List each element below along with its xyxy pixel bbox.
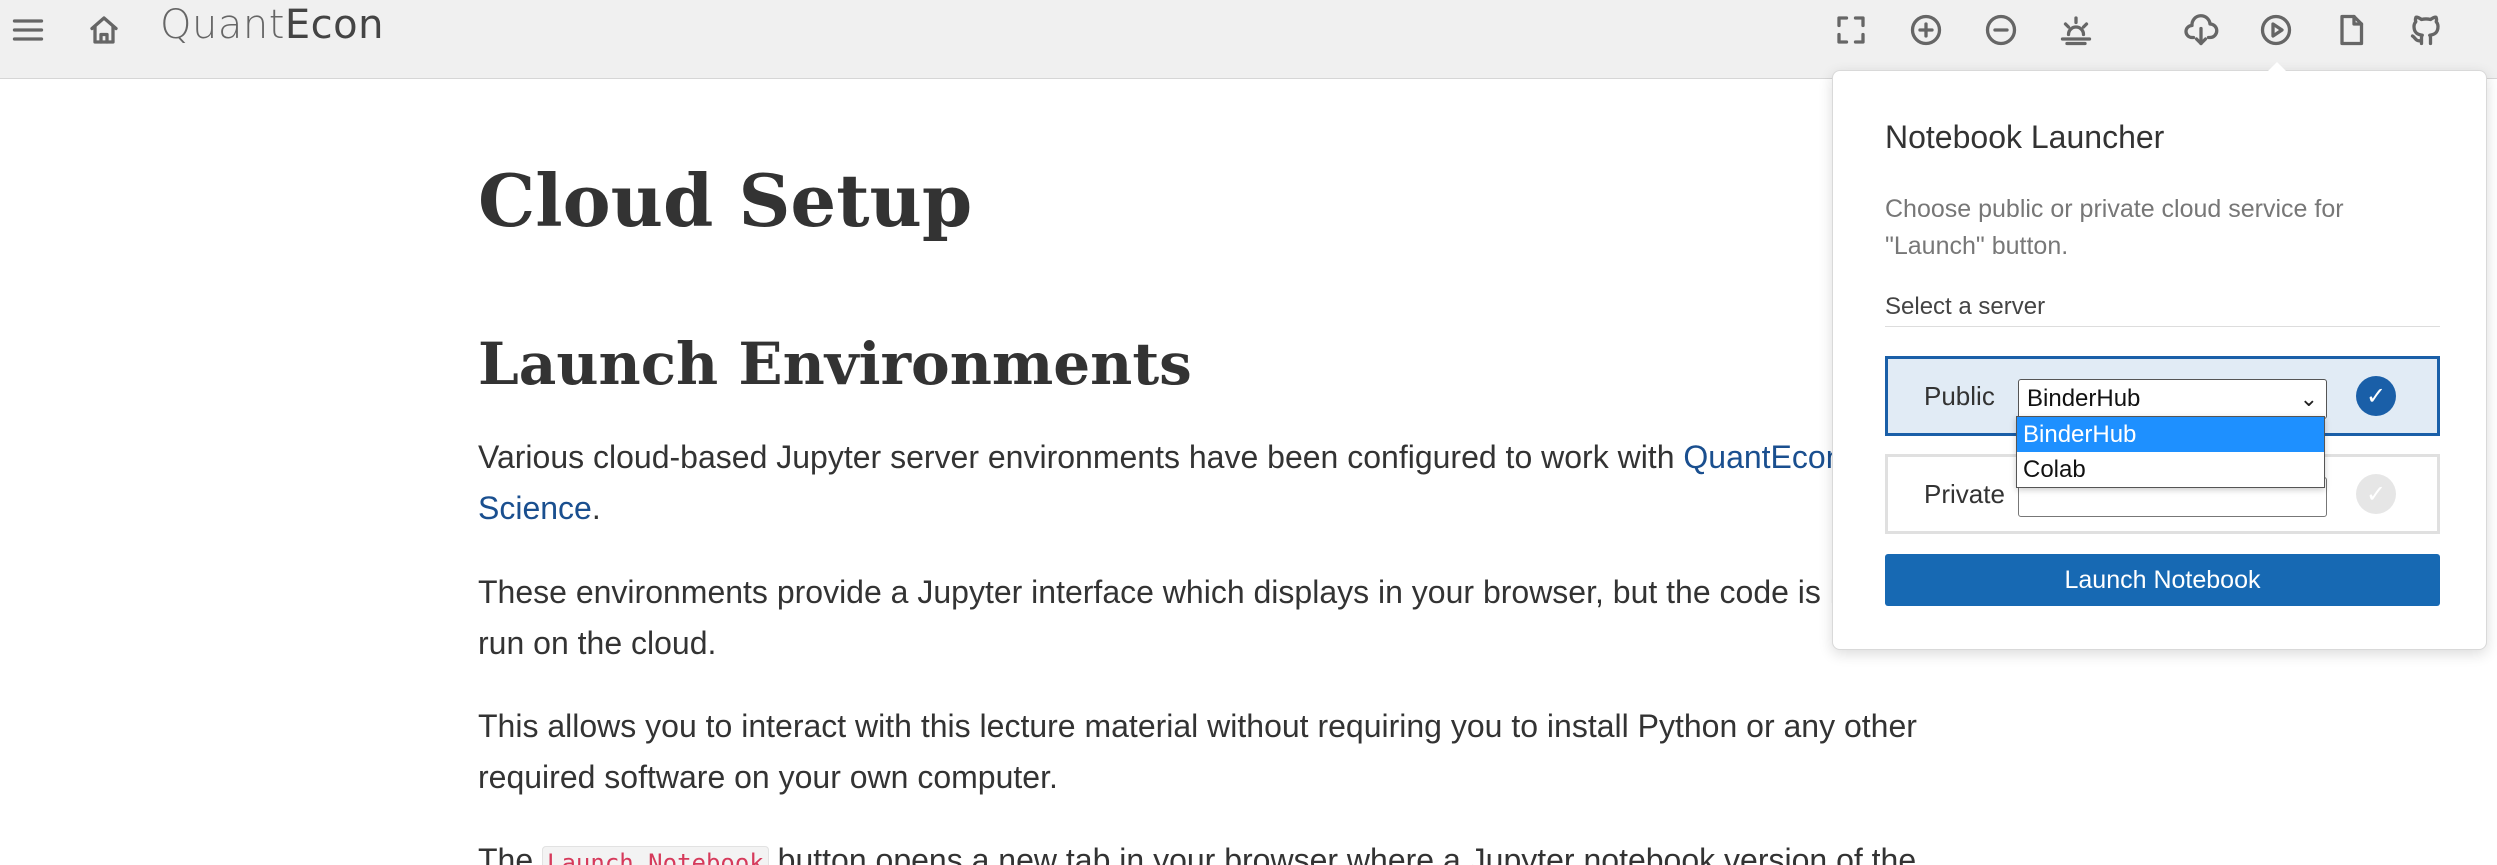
public-server-select[interactable]: BinderHub ⌄ (2018, 379, 2327, 419)
p1-text: Various cloud-based Jupyter server envir… (478, 439, 1684, 475)
paragraph-cloud-environments: Various cloud-based Jupyter server envir… (478, 432, 1978, 534)
launch-notebook-button[interactable]: Launch Notebook (1885, 554, 2440, 606)
inline-code: Launch Notebook (542, 846, 769, 865)
select-server-label: Select a server (1885, 293, 2046, 320)
chevron-down-icon: ⌄ (2299, 386, 2318, 411)
paragraph-launch-button: The Launch Notebook button opens a new t… (478, 835, 1978, 865)
brand-logo[interactable]: QuantEcon (160, 2, 384, 48)
p1-end: . (591, 490, 601, 526)
github-icon[interactable] (2406, 10, 2446, 50)
menu-icon[interactable] (8, 10, 48, 50)
p4-end: button opens a new tab in your browser w… (768, 842, 1917, 865)
option-colab[interactable]: Colab (2017, 452, 2324, 487)
notebook-launcher-panel: Notebook Launcher Choose public or priva… (1832, 70, 2487, 650)
quantecon-link[interactable]: QuantEcon (1683, 439, 1843, 475)
paragraph-no-install: This allows you to interact with this le… (478, 708, 1917, 795)
paragraph-jupyter-interface: These environments provide a Jupyter int… (478, 567, 1978, 669)
launch-play-icon[interactable] (2256, 10, 2296, 50)
zoom-in-icon[interactable] (1906, 10, 1946, 50)
home-icon[interactable] (84, 10, 124, 50)
launcher-description: Choose public or private cloud service f… (1885, 195, 2344, 260)
launcher-title: Notebook Launcher (1885, 119, 2165, 155)
top-toolbar: QuantEcon (0, 0, 2497, 79)
p4-start: The (478, 842, 543, 865)
server-dropdown-list: BinderHub Colab (2016, 416, 2325, 488)
pdf-file-icon[interactable] (2331, 10, 2371, 50)
launcher-pointer (2263, 62, 2291, 76)
p2-text-cont: run on the cloud. (478, 625, 717, 661)
section-title: Launch Environments (478, 330, 1192, 398)
option-binderhub[interactable]: BinderHub (2017, 417, 2324, 452)
check-circle-icon: ✓ (2356, 474, 2396, 514)
fullscreen-icon[interactable] (1831, 10, 1871, 50)
check-circle-icon: ✓ (2356, 376, 2396, 416)
brand-part2: Econ (284, 2, 384, 48)
divider (1885, 326, 2440, 327)
zoom-out-icon[interactable] (1981, 10, 2021, 50)
contrast-icon[interactable] (2056, 10, 2096, 50)
science-link[interactable]: Science (478, 490, 592, 526)
page-title: Cloud Setup (478, 158, 973, 243)
download-icon[interactable] (2181, 10, 2221, 50)
private-label: Private (1924, 479, 2005, 509)
brand-part1: Quant (160, 2, 285, 48)
p2-text: These environments provide a Jupyter int… (478, 574, 1848, 610)
public-selected-value: BinderHub (2027, 385, 2141, 412)
public-label: Public (1924, 381, 1995, 411)
